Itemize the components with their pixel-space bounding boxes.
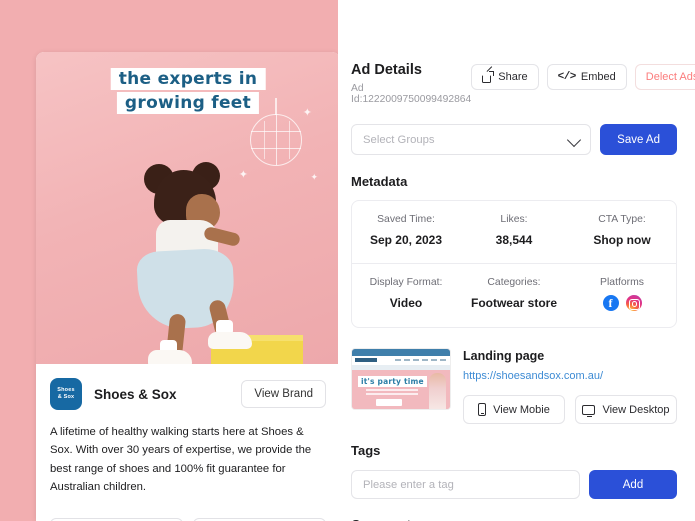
share-button-label: Share	[498, 71, 528, 83]
view-mobile-button[interactable]: View Mobie	[463, 395, 565, 424]
landing-page-url[interactable]: https://shoesandsox.com.au/	[463, 370, 677, 382]
landing-page-title: Landing page	[463, 349, 545, 363]
sparkle-icon-2: ✦	[238, 169, 248, 181]
mobile-icon	[478, 403, 487, 416]
metadata-section-title: Metadata	[351, 174, 408, 189]
thumb-logo	[355, 358, 377, 362]
groups-row: Select Groups Save Ad	[351, 124, 677, 155]
landing-page-buttons: View Mobie View Desktop	[463, 395, 677, 424]
child-shoe-left	[148, 350, 192, 364]
view-desktop-button[interactable]: View Desktop	[575, 395, 677, 424]
ad-id-label: Ad Id:1222009750099492864	[351, 83, 472, 105]
sparkle-icon-3: ✦	[310, 172, 318, 182]
metadata-cell-saved-time: Saved Time: Sep 20, 2023	[352, 214, 460, 247]
details-header-row: Ad Details Ad Id:1222009750099492864 Sha…	[351, 62, 695, 105]
chevron-down-icon	[567, 132, 582, 148]
brand-description: A lifetime of healthy walking starts her…	[50, 426, 312, 493]
metadata-label: Platforms	[600, 277, 644, 288]
metadata-cell-platforms: Platforms f	[568, 277, 676, 311]
view-mobile-label: View Mobie	[493, 403, 550, 416]
tags-row: Add	[351, 470, 677, 499]
thumb-text-lines	[366, 389, 418, 397]
share-button[interactable]: Share	[471, 64, 539, 90]
disco-line-v	[276, 115, 277, 165]
brand-info-block: Shoes & Sox Shoes & Sox View Brand A lif…	[36, 364, 340, 521]
creative-headline-line-1: the experts in	[110, 68, 266, 90]
header-actions: Share </> Embed Delect Ads	[471, 62, 695, 90]
thumb-model	[429, 373, 446, 409]
delete-ads-button[interactable]: Delect Ads	[634, 64, 695, 90]
metadata-value: Shop now	[593, 233, 651, 247]
page-title: Ad Details	[351, 62, 422, 78]
brand-header-row: Shoes & Sox Shoes & Sox View Brand	[50, 378, 326, 410]
sparkle-icon-1: ✦	[302, 107, 312, 119]
thumb-nav-links	[395, 358, 446, 361]
disco-line-v3	[288, 121, 290, 159]
metadata-label: Likes:	[500, 214, 528, 225]
disco-ball-stem	[275, 98, 277, 115]
creative-headline-line-2: growing feet	[116, 92, 260, 114]
metadata-label: Display Format:	[369, 277, 443, 288]
disco-line-v2	[263, 121, 265, 159]
ad-creative-image[interactable]: the experts in growing feet ✦ ✦ ✦	[36, 52, 340, 364]
thumb-headline: it's party time	[358, 376, 427, 387]
metadata-cell-cta-type: CTA Type: Shop now	[568, 214, 676, 247]
thumb-top-bar	[352, 349, 450, 356]
view-brand-button[interactable]: View Brand	[241, 380, 326, 408]
brand-name: Shoes & Sox	[94, 386, 177, 402]
metadata-cell-display-format: Display Format: Video	[352, 277, 460, 311]
brand-logo-line-2: & Sox	[57, 394, 75, 400]
metadata-value: 38,544	[495, 233, 533, 247]
brand-logo-line-1: Shoes	[57, 387, 75, 394]
ad-preview-card: the experts in growing feet ✦ ✦ ✦ Shoes …	[36, 52, 340, 521]
embed-button-label: Embed	[580, 71, 616, 83]
facebook-icon[interactable]: f	[602, 295, 619, 311]
instagram-icon[interactable]	[625, 295, 642, 311]
child-shoe-right	[208, 332, 252, 349]
metadata-row: Display Format: Video Categories: Footwe…	[352, 263, 676, 327]
platform-icons: f	[568, 295, 676, 311]
view-desktop-label: View Desktop	[602, 403, 670, 416]
metadata-cell-likes: Likes: 38,544	[460, 214, 568, 247]
details-header-text: Ad Details Ad Id:1222009750099492864	[351, 62, 471, 105]
disco-ball-icon	[250, 114, 302, 166]
code-icon: </>	[557, 71, 577, 83]
tags-section-title: Tags	[351, 443, 381, 458]
desktop-icon	[582, 404, 596, 418]
embed-button[interactable]: </> Embed	[546, 64, 627, 90]
comments-section-title: Comments	[351, 517, 677, 521]
save-ad-button[interactable]: Save Ad	[600, 124, 677, 155]
metadata-label: Categories:	[487, 277, 541, 288]
landing-page-section: it's party time Landing page https://sho…	[351, 348, 677, 424]
metadata-card: Saved Time: Sep 20, 2023 Likes: 38,544 C…	[351, 200, 677, 328]
share-icon	[482, 70, 495, 83]
metadata-label: Saved Time:	[377, 214, 435, 225]
brand-logo: Shoes & Sox	[50, 378, 82, 410]
add-tag-button[interactable]: Add	[589, 470, 677, 499]
tag-input[interactable]	[351, 470, 580, 499]
ad-details-panel: Ad Details Ad Id:1222009750099492864 Sha…	[338, 0, 695, 521]
thumb-cta-button	[376, 399, 402, 406]
metadata-value: Video	[389, 296, 423, 310]
select-groups-placeholder: Select Groups	[363, 133, 435, 146]
metadata-row: Saved Time: Sep 20, 2023 Likes: 38,544 C…	[352, 201, 676, 263]
metadata-value: Sep 20, 2023	[369, 233, 443, 247]
ad-detail-page: the experts in growing feet ✦ ✦ ✦ Shoes …	[0, 0, 695, 521]
metadata-label: CTA Type:	[598, 214, 646, 225]
metadata-value: Footwear store	[470, 296, 557, 310]
landing-page-thumbnail[interactable]: it's party time	[351, 348, 451, 410]
select-groups-dropdown[interactable]: Select Groups	[351, 124, 592, 155]
metadata-cell-categories: Categories: Footwear store	[460, 277, 568, 311]
landing-page-info: Landing page https://shoesandsox.com.au/…	[463, 348, 677, 424]
